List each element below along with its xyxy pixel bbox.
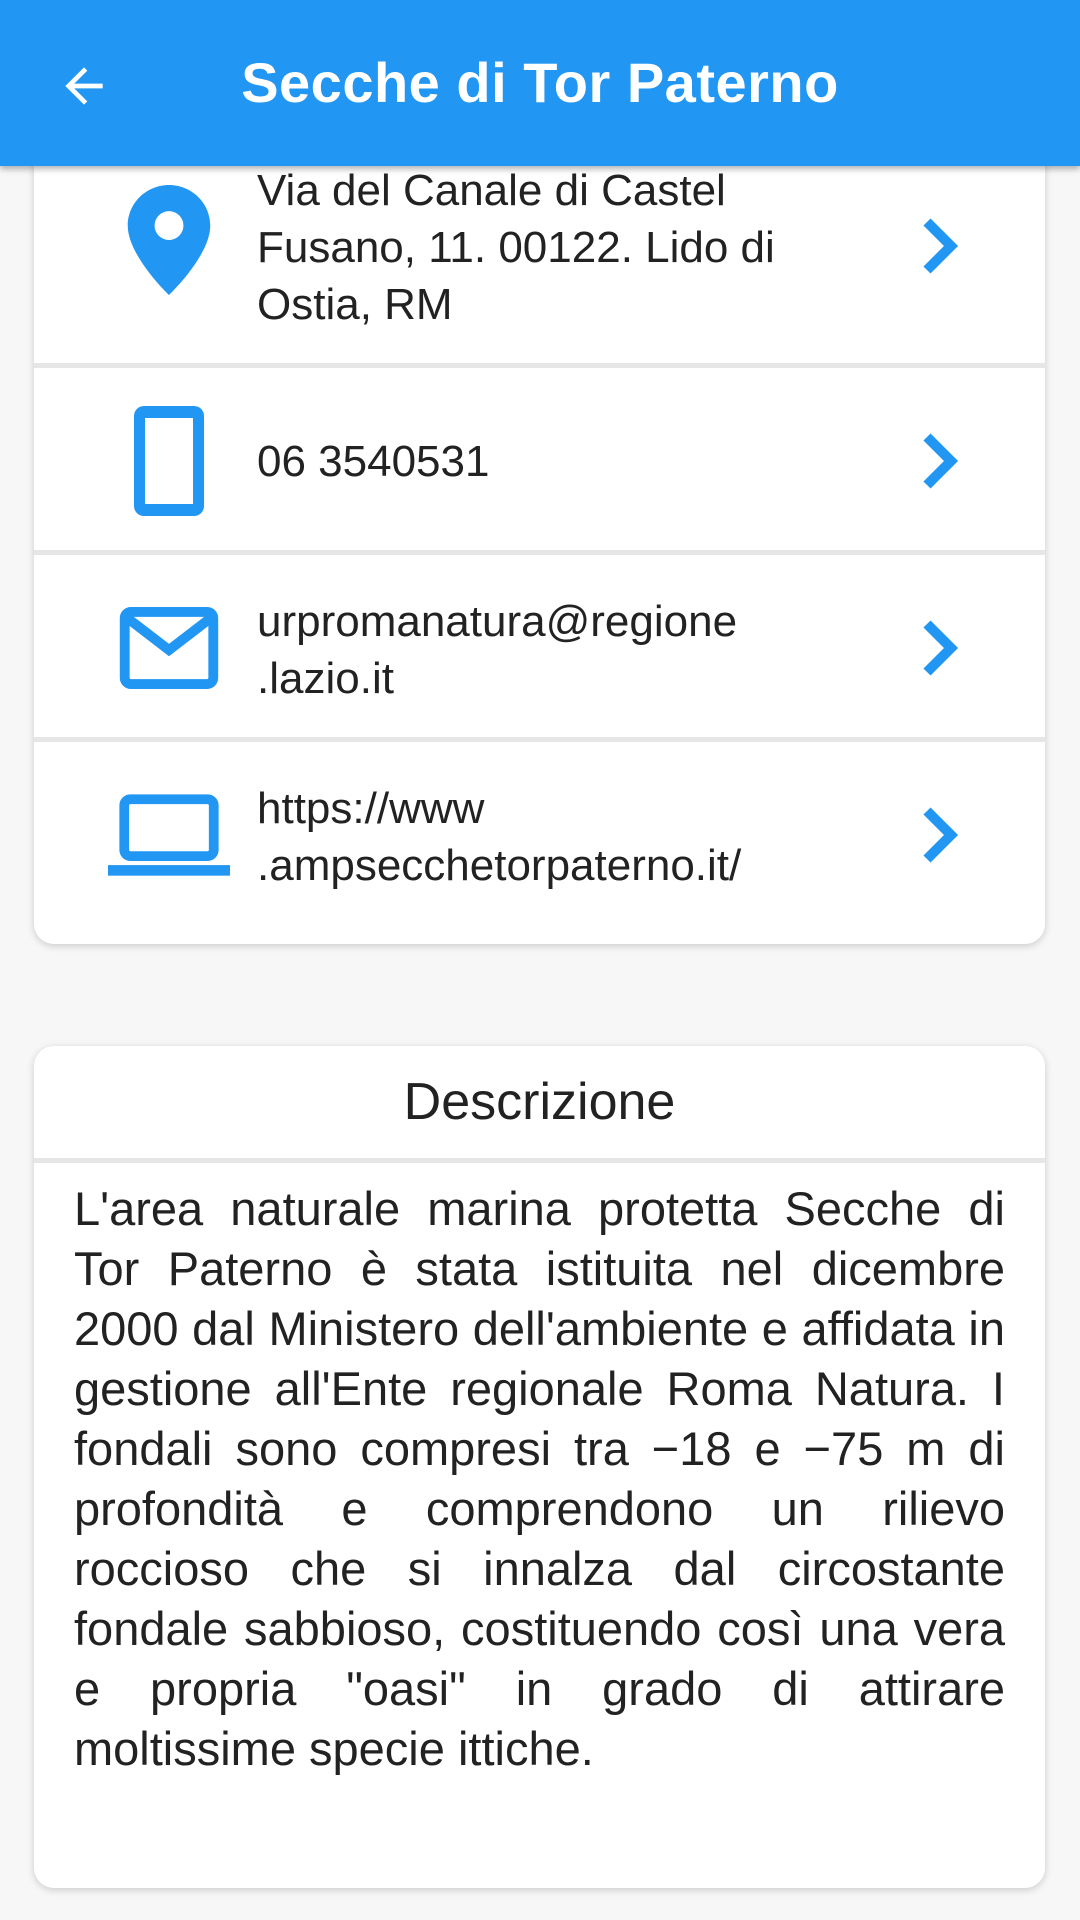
description-text: L'area naturale marina protetta Secche d… — [74, 1182, 1005, 1775]
email-row[interactable]: urpromanatura@regione .lazio.it — [34, 550, 1045, 742]
website-row[interactable]: https://www .ampsecchetorpaterno.it/ — [34, 737, 1045, 944]
phone-row[interactable]: 06 3540531 — [34, 363, 1045, 555]
contact-card: Via del Canale di Castel Fusano, 11. 001… — [34, 130, 1045, 944]
email-text: urpromanatura@regione .lazio.it — [257, 597, 738, 703]
mail-icon — [104, 588, 234, 708]
description-card: Descrizione L'area naturale marina prote… — [34, 1046, 1045, 1888]
chevron-right-icon — [909, 613, 969, 683]
app-bar: Secche di Tor Paterno — [0, 0, 1080, 166]
chevron-right-icon — [909, 211, 969, 281]
location-pin-icon — [104, 180, 234, 300]
website-text: https://www .ampsecchetorpaterno.it/ — [257, 784, 742, 890]
page-title: Secche di Tor Paterno — [241, 51, 839, 114]
smartphone-icon — [104, 401, 234, 521]
description-title: Descrizione — [34, 1046, 1045, 1163]
laptop-icon — [104, 775, 234, 895]
address-text: Via del Canale di Castel Fusano, 11. 001… — [257, 166, 775, 329]
chevron-right-icon — [909, 800, 969, 870]
phone-text: 06 3540531 — [257, 437, 490, 486]
chevron-right-icon — [909, 426, 969, 496]
